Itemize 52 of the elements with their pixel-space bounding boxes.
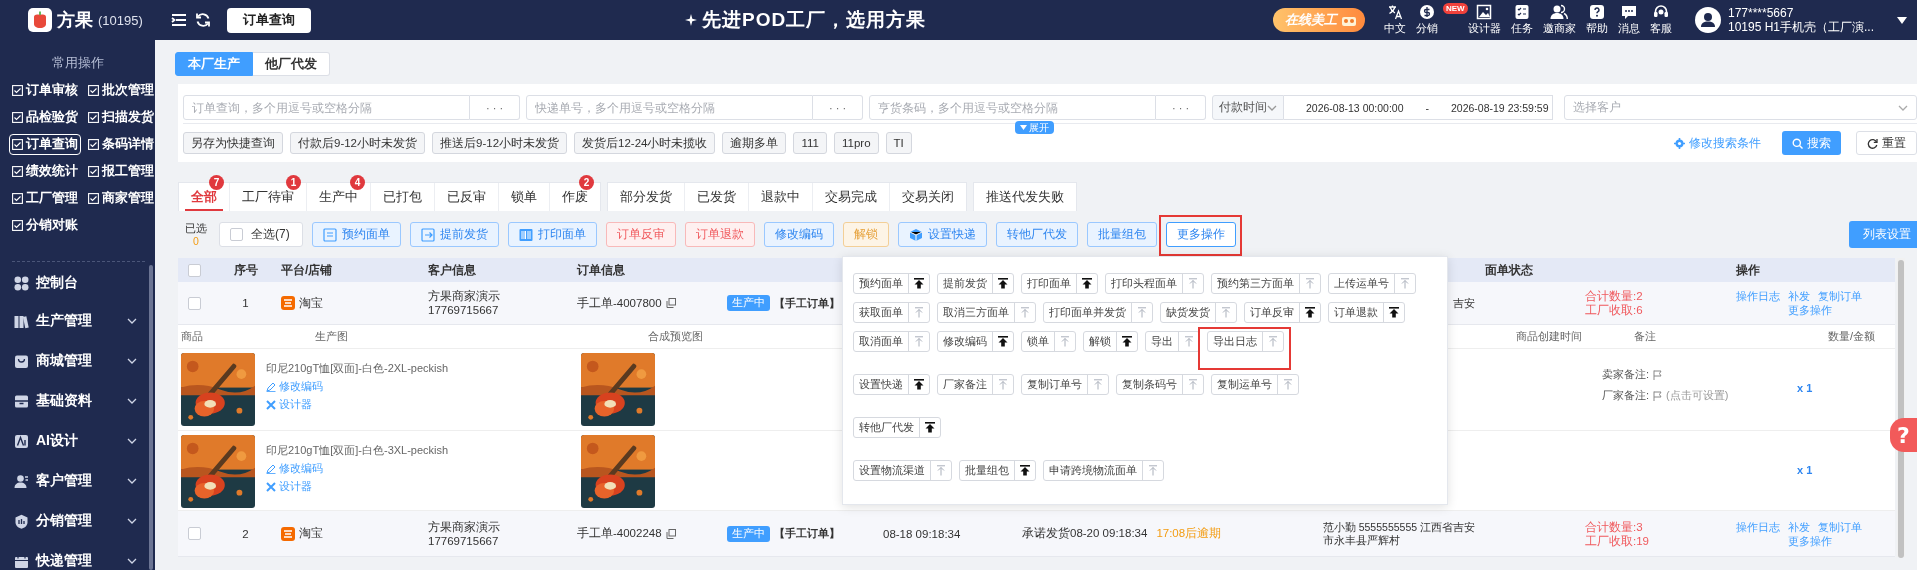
product-name: 印尼210gT恤[双面]-白色-2XL-peckish bbox=[266, 361, 450, 376]
table-cell-text: 工厂收取:6 bbox=[1585, 303, 1644, 317]
table-cell: 范小勤 5555555555 江西省吉安 bbox=[1322, 520, 1475, 534]
user-phone: 177****5667 bbox=[1727, 6, 1795, 20]
column-header: 操作 bbox=[1736, 261, 1761, 279]
table-cell: 吉安 bbox=[1453, 296, 1475, 310]
table-cell-text: 合计数量:2 bbox=[1585, 289, 1644, 303]
quantity: x 1 bbox=[1796, 381, 1814, 394]
table-cell: 【手工订单】 bbox=[774, 295, 840, 311]
table-cell-text: 市永丰县严辉村 bbox=[1322, 533, 1401, 547]
column-header: 订单信息 bbox=[577, 261, 626, 279]
column-header: 合成预览图 bbox=[648, 329, 703, 344]
column-header: 客户信息 bbox=[428, 261, 477, 279]
column-header: 平台/店铺 bbox=[281, 261, 334, 279]
note-label: 厂家备注: bbox=[1602, 388, 1650, 403]
selected-count: 0 bbox=[193, 234, 199, 248]
section-title: 常用操作 bbox=[50, 54, 105, 72]
table-cell-text: 工厂收取:19 bbox=[1585, 533, 1650, 548]
column-header: 商品创建时间 bbox=[1516, 329, 1582, 344]
new-badge: NEW bbox=[1442, 3, 1468, 14]
table-cell: 手工单-4007800 bbox=[577, 295, 662, 311]
table-cell: 【手工订单】 bbox=[774, 526, 840, 541]
column-header: 生产图 bbox=[315, 329, 348, 344]
table-cell-text: 方果商家演示 bbox=[428, 289, 501, 303]
brand-name: 方果 bbox=[57, 9, 93, 32]
note-hint: (点击可设置) bbox=[1666, 388, 1729, 403]
table-cell-text: 17769715667 bbox=[428, 303, 500, 317]
slogan: 先进POD工厂，选用方果 bbox=[702, 8, 927, 32]
column-header: 数量/金额 bbox=[1828, 329, 1876, 344]
brand-count: (10195) bbox=[98, 12, 143, 28]
table-cell: 淘宝 bbox=[299, 526, 323, 541]
table-cell: 08-18 09:18:34 bbox=[883, 527, 961, 540]
table-cell: 2 bbox=[242, 527, 249, 540]
table-cell: 淘宝 bbox=[299, 295, 323, 311]
table-cell: 手工单-4002248 bbox=[577, 526, 662, 541]
account-name: 10195 H1手机壳（工厂演... bbox=[1727, 20, 1874, 34]
column-header: 备注 bbox=[1634, 329, 1656, 344]
selected-label: 已选 bbox=[185, 221, 207, 235]
overdue-label: 17:08后逾期 bbox=[1156, 526, 1222, 541]
product-name: 印尼210gT恤[双面]-白色-3XL-peckish bbox=[266, 443, 450, 458]
table-cell: 1 bbox=[242, 297, 249, 309]
status-badge: 生产中 bbox=[727, 525, 770, 542]
quantity: x 1 bbox=[1796, 463, 1814, 476]
table-cell-text: 合计数量:3 bbox=[1585, 519, 1644, 534]
note-label: 卖家备注: bbox=[1602, 367, 1650, 382]
column-header: 商品 bbox=[181, 329, 203, 344]
table-cell: 承诺发货08-20 09:18:34 bbox=[1022, 526, 1148, 541]
table-cell-text: 方果商家演示 bbox=[428, 519, 501, 534]
status-badge: 生产中 bbox=[727, 295, 770, 311]
column-header: 序号 bbox=[233, 261, 258, 279]
table-cell-text: 17769715667 bbox=[428, 533, 500, 548]
column-header: 面单状态 bbox=[1485, 261, 1534, 279]
